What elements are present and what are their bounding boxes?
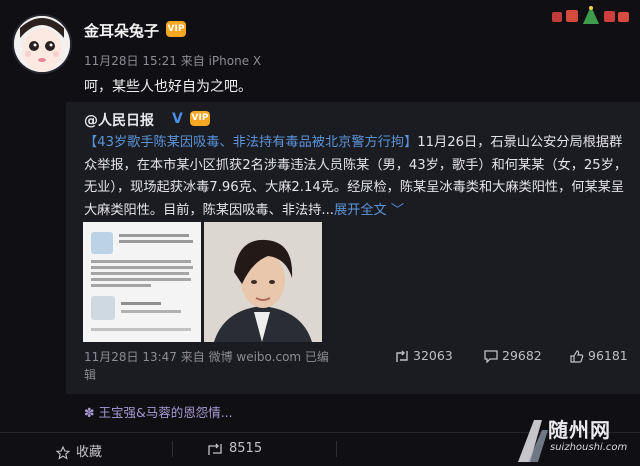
original-author-link[interactable]: @人民日报 [84,110,154,130]
post-meta: 11月28日 15:21 来自 iPhone X [84,54,262,68]
original-post-meta: 11月28日 13:47 来自 微博 weibo.com 已编 辑 [84,348,344,384]
headline-text: 【43岁歌手陈某因吸毒、非法持有毒品被北京警方行拘】 [84,135,418,150]
post-text: 呵，某些人也好自为之吧。 [84,79,252,95]
watermark-url: suizhoushi.com [550,442,628,453]
topic-text: 王宝强&马蓉的恩怨情... [98,405,233,420]
avatar-image [14,16,70,72]
related-topic-link[interactable]: ✽ 王宝强&马蓉的恩怨情... [84,402,233,421]
verified-icon: V [172,111,183,127]
original-post-meta-line1: 11月28日 13:47 来自 微博 weibo.com 已编 [84,350,329,364]
original-post-meta-line2: 辑 [84,368,97,382]
star-icon [55,445,71,460]
author-avatar[interactable] [14,16,70,72]
document-image [83,222,201,342]
vip-badge-icon[interactable]: VIP [166,21,186,37]
reposted-weibo: @人民日报 V VIP 【43岁歌手陈某因吸毒、非法持有毒品被北京警方行拘】11… [66,102,640,394]
original-like-button[interactable]: 96181 [570,348,628,363]
vip-badge-icon[interactable]: VIP [190,111,210,126]
holiday-decoration-icon [552,6,629,24]
thumbs-up-icon [570,350,584,363]
comment-icon [484,350,498,363]
news-screenshot-thumbnail[interactable] [83,222,201,342]
topic-flower-icon: ✽ [84,405,99,420]
original-repost-count: 32063 [413,348,453,363]
post-author-name[interactable]: 金耳朵兔子 [84,20,159,41]
repost-icon [396,350,408,362]
original-repost-button[interactable]: 32063 [395,348,453,363]
original-like-count: 96181 [588,348,628,363]
repost-button[interactable]: 8515 [208,441,262,456]
divider [172,441,173,457]
favorite-label: 收藏 [76,445,103,460]
watermark-title: 随州网 [548,418,611,442]
original-comment-button[interactable]: 29682 [484,348,542,363]
repost-count: 8515 [229,441,263,456]
favorite-button[interactable]: 收藏 [55,441,103,460]
original-comment-count: 29682 [502,348,542,363]
singer-photo-thumbnail[interactable] [204,222,322,342]
original-post-text: 【43岁歌手陈某因吸毒、非法持有毒品被北京警方行拘】11月26日，石景山公安分局… [84,132,632,222]
person-image [204,222,322,342]
expand-full-text-link[interactable]: 展开全文 ﹀ [334,203,404,218]
divider [336,441,337,457]
share-icon [208,443,222,455]
